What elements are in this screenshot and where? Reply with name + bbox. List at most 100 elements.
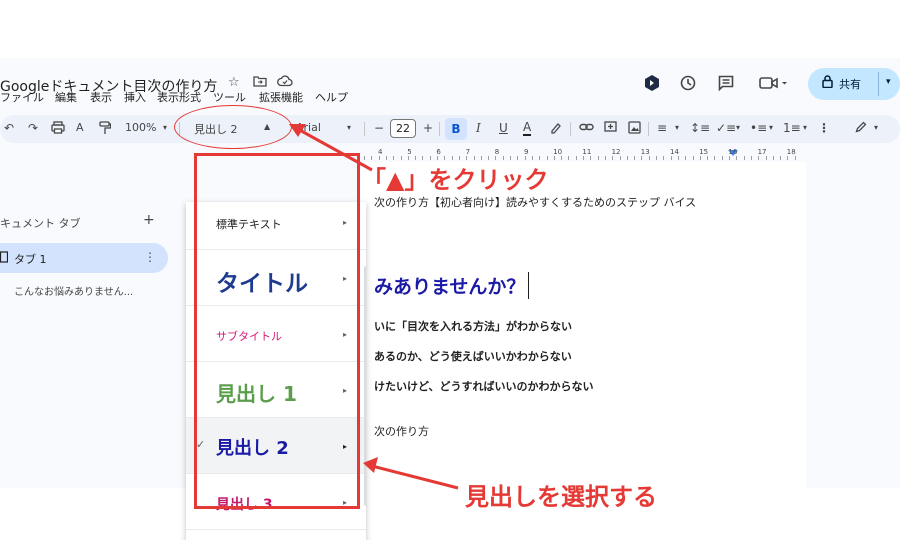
line-spacing-icon[interactable]: ↕≡ [690,121,710,135]
numbered-list-icon[interactable]: 1≡ [783,121,801,135]
star-icon[interactable]: ☆ [228,75,240,90]
chevron-down-icon[interactable]: ▾ [886,77,891,87]
insert-comment-icon[interactable] [604,121,617,137]
align-icon[interactable]: ≡ [657,121,667,135]
doc-bullet-line: あるのか、どう使えばいいかわからない [374,350,572,363]
numbered-caret-icon[interactable]: ▾ [803,123,807,132]
text-color-button[interactable]: A [523,121,532,136]
insert-image-icon[interactable] [628,121,641,137]
ruler-number: 5 [407,148,412,156]
font-size-input[interactable]: 22 [390,119,416,138]
ruler-tick [590,156,592,160]
ruler-tick [604,156,606,160]
ruler-number: 16 [728,148,738,156]
ruler-number: 7 [465,148,471,156]
ruler-tick [597,156,599,160]
ruler-tick [772,156,774,160]
ruler-tick [780,156,782,160]
print-icon[interactable] [51,121,65,137]
ruler-number: 9 [524,148,529,156]
ruler-number: 8 [494,148,500,156]
decrease-font-icon[interactable]: − [374,121,384,135]
edit-mode-icon[interactable] [855,121,867,136]
italic-button[interactable]: I [476,121,481,135]
outline-item[interactable]: こんなお悩みありません... [14,283,133,298]
font-select[interactable]: Arial [296,121,321,134]
share-label: 共有 [839,78,861,91]
menu-help[interactable]: ヘルプ [315,89,348,105]
ruler-tick [699,156,701,160]
bulleted-list-icon[interactable]: •≡ [750,121,767,135]
bullet-caret-icon[interactable]: ▾ [769,123,773,132]
redo-icon[interactable]: ↷ [28,121,38,135]
ruler-tick [765,156,767,160]
align-caret-icon[interactable]: ▾ [675,123,679,132]
comment-icon[interactable] [717,74,735,96]
share-button[interactable]: 共有 ▾ [808,68,900,100]
ruler-number: 18 [786,148,796,156]
spellcheck-icon[interactable]: A [76,121,84,134]
menu-file[interactable]: ファイル [0,89,44,105]
menu-insert[interactable]: 挿入 [124,89,146,105]
ruler-number: 14 [670,148,679,156]
zoom-caret-icon[interactable]: ▾ [163,123,167,132]
underline-button[interactable]: U [499,121,508,135]
checklist-caret-icon[interactable]: ▾ [736,123,740,132]
ruler-number: 17 [757,148,767,156]
gemini-icon[interactable] [643,74,661,96]
meet-icon[interactable] [758,74,788,96]
ruler-number: 10 [553,148,563,156]
more-vert-icon[interactable]: ⋮ [144,250,156,264]
undo-icon[interactable]: ↶ [4,121,14,135]
share-divider [878,72,879,96]
font-caret-icon[interactable]: ▾ [347,123,351,132]
annotation-rectangle [194,153,360,509]
ruler-tick [568,156,570,160]
history-icon[interactable] [679,74,697,96]
menu-extensions[interactable]: 拡張機能 [259,89,303,105]
ruler-number: 6 [436,148,441,156]
menu-format[interactable]: 表示形式 [157,89,201,105]
document-page[interactable]: 次の作り方【初心者向け】読みやすくするためのステップ バイス みありませんか？ … [360,162,806,488]
zoom-select[interactable]: 100% [125,121,156,134]
paint-format-icon[interactable] [99,121,112,138]
tab-icon [0,251,9,266]
ruler-tick [670,156,672,160]
more-options-icon[interactable]: ⋮ [818,121,830,135]
ruler-tick [634,156,636,160]
ruler-tick [619,156,621,160]
ruler-tick [692,156,694,160]
ruler-tick [575,156,577,160]
annotation-click-text: 「▲」をクリック [362,166,549,194]
link-icon[interactable] [579,121,594,136]
toolbar-divider [439,122,440,136]
increase-font-icon[interactable]: + [423,121,433,135]
ruler-tick [656,156,657,160]
ruler-tick [787,156,789,160]
ruler-tick [553,156,555,160]
checklist-icon[interactable]: ✓≡ [716,121,736,135]
doc-heading: みありませんか？ [374,272,530,299]
edit-mode-caret-icon[interactable]: ▾ [874,123,878,132]
doc-subtitle-line: 次の作り方【初心者向け】読みやすくするためのステップ バイス [374,196,697,209]
ruler-number: 11 [582,148,592,156]
menu-edit[interactable]: 編集 [55,89,77,105]
menu-view[interactable]: 表示 [90,89,112,105]
lock-icon [822,75,833,91]
ruler-tick [743,156,745,160]
ruler-tick [677,156,679,160]
tab-label: タブ 1 [14,253,47,266]
doc-bullet-line: いに「目次を入れる方法」がわからない [374,320,572,333]
ruler-tick [794,156,796,160]
menu-tools[interactable]: ツール [213,89,246,105]
bold-button[interactable]: B [445,118,467,140]
dropdown-scrollbar[interactable] [364,266,366,506]
add-tab-icon[interactable]: + [143,212,155,228]
toolbar-divider [570,122,571,136]
sidebar-tab-item[interactable]: タブ 1 ⋮ [0,243,168,273]
highlight-icon[interactable] [550,121,562,137]
doc-plain-line: 次の作り方 [374,425,429,438]
toolbar: ↶ ↷ A 100% ▾ 見出し 2 ▲ Arial ▾ − 22 + B I … [0,115,900,143]
doc-bullet-line: けたいけど、どうすればいいのかわからない [374,380,594,393]
ruler-tick [612,156,614,160]
